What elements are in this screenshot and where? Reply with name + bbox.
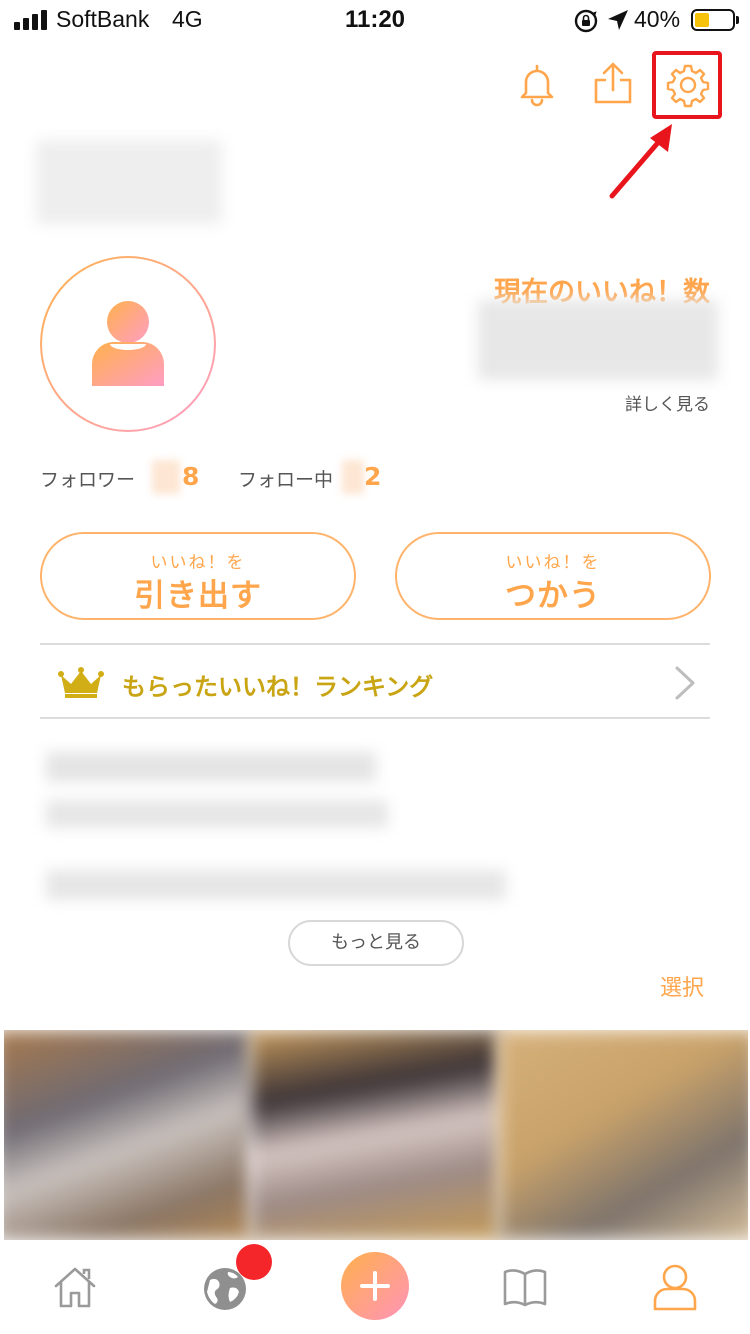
bio-text-blurred — [46, 870, 506, 900]
battery-percentage: 40% — [634, 6, 681, 32]
status-bar: SoftBank 4G 11:20 40% — [0, 0, 750, 40]
withdraw-likes-button[interactable]: いいね！を 引き出す — [40, 532, 356, 620]
user-name-blurred — [36, 140, 222, 224]
withdraw-main-label: 引き出す — [134, 578, 262, 614]
use-likes-button[interactable]: いいね！を つかう — [395, 532, 711, 620]
bell-icon[interactable] — [513, 60, 561, 108]
battery-level — [695, 13, 710, 27]
settings-highlight-box — [652, 51, 722, 119]
plus-glyph-icon — [360, 1271, 390, 1301]
followers-count[interactable]: 8 — [182, 462, 199, 491]
ranking-label: もらったいいね！ランキング — [122, 673, 434, 701]
annotation-arrow-icon — [609, 124, 672, 199]
following-count[interactable]: 2 — [364, 462, 381, 491]
bio-text-blurred — [46, 800, 388, 828]
photo-thumbnail[interactable] — [4, 1030, 252, 1240]
crown-icon — [58, 667, 104, 698]
chevron-right-icon — [675, 666, 695, 700]
photo-grid — [4, 1030, 748, 1240]
divider — [40, 717, 710, 719]
rotation-lock-icon — [574, 9, 598, 33]
tab-bar — [0, 1240, 750, 1334]
select-link[interactable]: 選択 — [660, 970, 704, 1002]
person-icon — [92, 301, 164, 386]
battery-icon — [691, 9, 739, 31]
plus-icon[interactable] — [341, 1252, 409, 1320]
following-label[interactable]: フォロー中 — [238, 465, 333, 492]
avatar[interactable] — [40, 256, 216, 432]
book-icon[interactable] — [500, 1262, 550, 1312]
profile-icon[interactable] — [650, 1262, 700, 1312]
share-icon[interactable] — [589, 60, 637, 108]
likes-count-blurred — [478, 300, 718, 380]
home-icon[interactable] — [50, 1262, 100, 1312]
followers-label[interactable]: フォロワー — [40, 465, 135, 492]
location-arrow-icon — [608, 10, 628, 30]
photo-thumbnail[interactable] — [498, 1030, 748, 1240]
notification-badge — [236, 1244, 272, 1280]
divider — [40, 643, 710, 645]
photo-thumbnail[interactable] — [250, 1030, 500, 1240]
show-more-button[interactable]: もっと見る — [288, 920, 464, 966]
bio-text-blurred — [46, 752, 376, 782]
use-main-label: つかう — [505, 578, 601, 614]
ranking-row[interactable]: もらったいいね！ランキング — [40, 647, 710, 717]
details-link[interactable]: 詳しく見る — [625, 390, 710, 415]
